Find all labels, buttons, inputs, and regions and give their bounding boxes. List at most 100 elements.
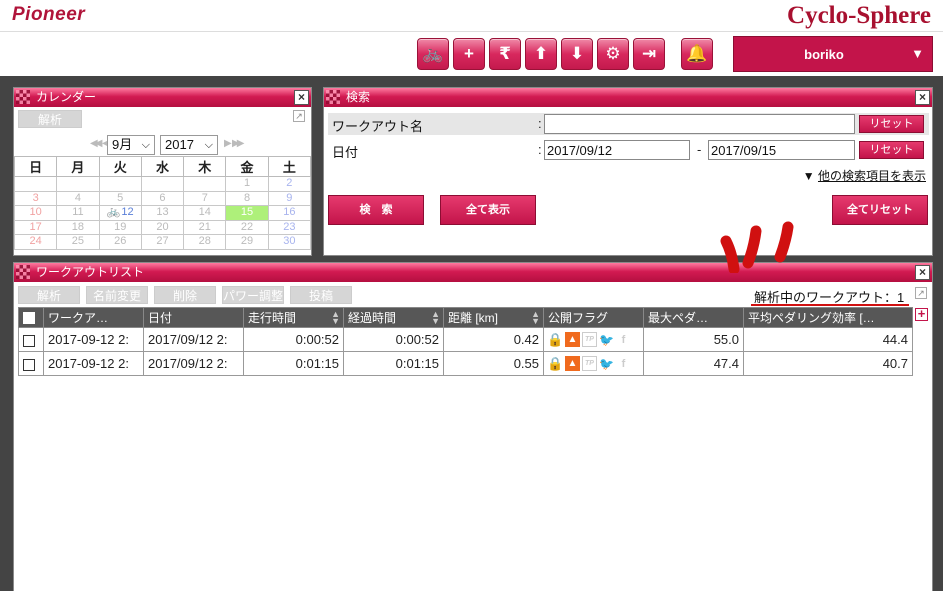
reset-all-button[interactable]: 全てリセット (832, 195, 928, 225)
month-select[interactable]: 9月 ⌵ (107, 135, 155, 155)
col-date[interactable]: 日付 (143, 307, 244, 328)
col-avg-efficiency[interactable]: 平均ペダリング効率 [… (743, 307, 913, 328)
close-icon[interactable]: × (915, 90, 930, 105)
yen-icon[interactable]: ₹ (489, 38, 521, 70)
calendar-day[interactable]: 16 (267, 205, 312, 221)
calendar-day[interactable]: 14 (183, 205, 227, 221)
col-elapsed-time[interactable]: 経過時間 ▲ ▼ (343, 307, 444, 328)
upload-icon[interactable]: ⬆ (525, 38, 557, 70)
edit-icon[interactable]: ↗ (915, 287, 927, 299)
row-select (18, 351, 44, 376)
sort-icon[interactable]: ▲ ▼ (531, 310, 540, 326)
calendar-day[interactable]: 🚲12 (98, 205, 142, 221)
calendar-day[interactable]: 20 (140, 219, 185, 235)
prev-year-icon[interactable]: ◀◀ (90, 138, 103, 149)
calendar-day[interactable]: 4 (56, 190, 100, 206)
col-max-pedal[interactable]: 最大ペダ… (643, 307, 744, 328)
calendar-day[interactable]: 26 (98, 234, 142, 250)
next-year-icon[interactable]: ▶▶ (232, 138, 245, 149)
add-column-icon[interactable]: + (915, 307, 928, 321)
analyze-button[interactable]: 解析 (18, 286, 80, 304)
bell-icon[interactable]: 🔔 (681, 38, 713, 70)
calendar-day[interactable]: 6 (140, 190, 185, 206)
calendar-day[interactable]: 13 (140, 205, 185, 221)
workout-name-reset-button[interactable]: リセット (859, 115, 924, 133)
calendar-day[interactable]: 11 (56, 205, 100, 221)
calendar-day[interactable]: 1 (225, 176, 269, 192)
lock-icon[interactable]: 🔒 (547, 356, 563, 371)
strava-icon[interactable]: ▲ (565, 356, 580, 371)
post-button[interactable]: 投稿 (290, 286, 352, 304)
calendar-day (140, 176, 185, 192)
date-reset-button[interactable]: リセット (859, 141, 924, 159)
row-select (18, 327, 44, 352)
trainingpeaks-icon[interactable]: TP (582, 332, 597, 347)
calendar-day[interactable]: 15 (225, 205, 269, 221)
next-month-icon[interactable]: ▶ (224, 138, 232, 149)
sort-icon[interactable]: ▲ ▼ (431, 310, 440, 326)
plus-icon[interactable]: + (453, 38, 485, 70)
calendar-day[interactable]: 28 (183, 234, 227, 250)
row-checkbox[interactable] (23, 358, 35, 371)
calendar-day[interactable]: 10 (13, 205, 58, 221)
edit-icon[interactable]: ↗ (293, 110, 305, 122)
calendar-day[interactable]: 7 (183, 190, 227, 206)
strava-icon[interactable]: ▲ (565, 332, 580, 347)
calendar-day[interactable]: 30 (267, 234, 312, 250)
search-button[interactable]: 検 索 (328, 195, 424, 225)
calendar-day[interactable]: 3 (13, 190, 58, 206)
bike-icon[interactable]: 🚲 (417, 38, 449, 70)
col-public-flag[interactable]: 公開フラグ (543, 307, 644, 328)
sort-icon[interactable]: ▲ ▼ (331, 310, 340, 326)
download-icon[interactable]: ⬇ (561, 38, 593, 70)
col-label: 走行時間 (248, 311, 297, 325)
close-icon[interactable]: × (294, 90, 309, 105)
calendar-day[interactable]: 29 (225, 234, 269, 250)
rename-button[interactable]: 名前変更 (86, 286, 148, 304)
col-workout-name[interactable]: ワークア… (43, 307, 144, 328)
calendar-day[interactable]: 19 (98, 219, 142, 235)
select-all-checkbox[interactable] (23, 312, 35, 325)
weekday-label: 金 (225, 156, 269, 177)
date-from-input[interactable] (544, 140, 690, 160)
calendar-day[interactable]: 17 (13, 219, 58, 235)
date-to-input[interactable] (708, 140, 855, 160)
user-menu[interactable]: boriko ▼ (733, 36, 933, 72)
twitter-icon[interactable]: 🐦 (599, 332, 614, 347)
lock-icon[interactable]: 🔒 (547, 332, 563, 347)
year-select[interactable]: 2017 ⌵ (160, 135, 218, 155)
bike-icon[interactable]: 🚲 (107, 206, 121, 218)
calendar-week: 24 25 26 27 28 29 30 (13, 234, 312, 250)
calendar-day[interactable]: 9 (267, 190, 312, 206)
weekday-label: 月 (56, 156, 100, 177)
calendar-day[interactable]: 22 (225, 219, 269, 235)
calendar-day[interactable]: 23 (267, 219, 312, 235)
more-search-link[interactable]: ▼ 他の検索項目を表示 (803, 167, 926, 184)
calendar-day[interactable]: 24 (13, 234, 58, 250)
col-ride-time[interactable]: 走行時間 ▲ ▼ (243, 307, 344, 328)
calendar-day[interactable]: 27 (140, 234, 185, 250)
col-distance[interactable]: 距離 [km] ▲ ▼ (443, 307, 544, 328)
gear-icon[interactable]: ⚙ (597, 38, 629, 70)
workout-name-input[interactable] (544, 114, 855, 134)
close-icon[interactable]: × (915, 265, 930, 280)
table-row[interactable]: 2017-09-12 2: 2017/09/12 2: 0:01:15 0:01… (18, 351, 913, 376)
calendar-day[interactable]: 2 (267, 176, 312, 192)
calendar-day[interactable]: 21 (183, 219, 227, 235)
power-adjust-button[interactable]: パワー調整 (222, 286, 284, 304)
show-all-button[interactable]: 全て表示 (440, 195, 536, 225)
logout-icon[interactable]: ⇥ (633, 38, 665, 70)
delete-button[interactable]: 削除 (154, 286, 216, 304)
facebook-icon[interactable]: f (616, 356, 631, 371)
row-checkbox[interactable] (23, 334, 35, 347)
calendar-day[interactable]: 5 (98, 190, 142, 206)
calendar-day[interactable]: 18 (56, 219, 100, 235)
trainingpeaks-icon[interactable]: TP (582, 356, 597, 371)
calendar-analyze-button[interactable]: 解析 (18, 110, 82, 128)
twitter-icon[interactable]: 🐦 (599, 356, 614, 371)
calendar-day[interactable]: 8 (225, 190, 269, 206)
calendar-day[interactable]: 25 (56, 234, 100, 250)
prev-month-icon[interactable]: ◀ (102, 138, 110, 149)
facebook-icon[interactable]: f (616, 332, 631, 347)
table-row[interactable]: 2017-09-12 2: 2017/09/12 2: 0:00:52 0:00… (18, 327, 913, 352)
